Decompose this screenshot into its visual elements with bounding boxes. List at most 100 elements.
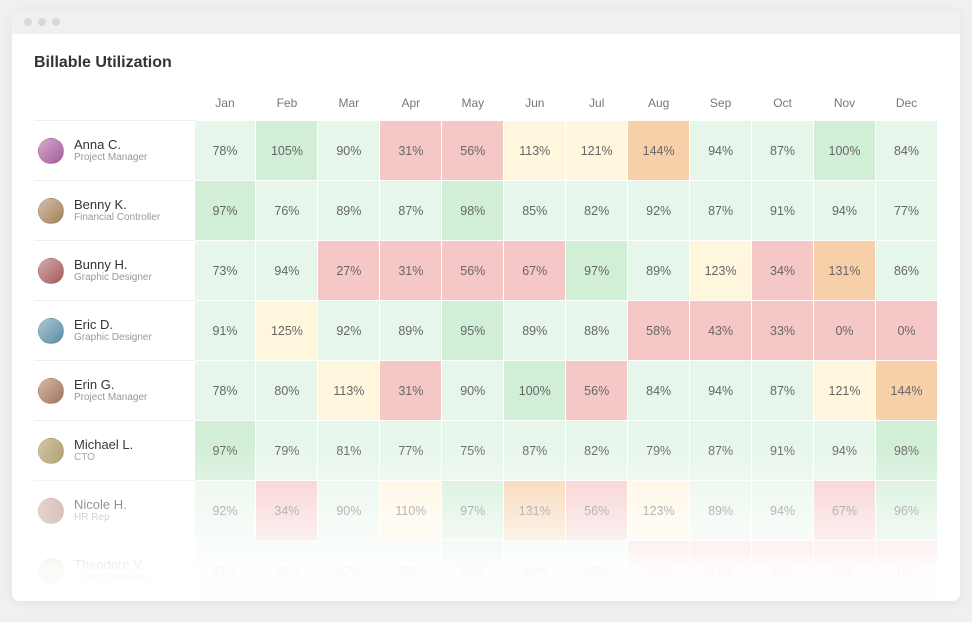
utilization-cell[interactable]: 33% [752, 541, 814, 601]
utilization-cell[interactable]: 78% [194, 361, 256, 421]
utilization-cell[interactable]: 34% [752, 241, 814, 301]
utilization-cell[interactable]: 87% [690, 181, 752, 241]
utilization-cell[interactable]: 89% [628, 241, 690, 301]
utilization-cell[interactable]: 89% [380, 301, 442, 361]
utilization-cell[interactable]: 67% [504, 241, 566, 301]
utilization-cell[interactable]: 121% [566, 121, 628, 181]
person-cell[interactable]: Eric D.Graphic Designer [34, 301, 194, 361]
utilization-cell[interactable]: 79% [256, 421, 318, 481]
utilization-cell[interactable]: 89% [504, 541, 566, 601]
utilization-cell[interactable]: 33% [752, 301, 814, 361]
utilization-cell[interactable]: 91% [194, 301, 256, 361]
utilization-cell[interactable]: 56% [566, 361, 628, 421]
utilization-cell[interactable]: 89% [318, 181, 380, 241]
utilization-cell[interactable]: 84% [875, 121, 937, 181]
utilization-cell[interactable]: 131% [504, 481, 566, 541]
utilization-cell[interactable]: 85% [504, 181, 566, 241]
utilization-cell[interactable]: 87% [380, 181, 442, 241]
utilization-cell[interactable]: 125% [256, 301, 318, 361]
utilization-cell[interactable]: 98% [442, 181, 504, 241]
utilization-cell[interactable]: 76% [256, 541, 318, 601]
utilization-cell[interactable]: 94% [814, 421, 876, 481]
utilization-cell[interactable]: 131% [814, 241, 876, 301]
utilization-cell[interactable]: 77% [875, 181, 937, 241]
utilization-cell[interactable]: 79% [628, 421, 690, 481]
utilization-cell[interactable]: 105% [256, 121, 318, 181]
utilization-cell[interactable]: 144% [628, 121, 690, 181]
utilization-cell[interactable]: 92% [194, 481, 256, 541]
window-min-dot[interactable] [38, 18, 46, 26]
utilization-cell[interactable]: 89% [690, 481, 752, 541]
utilization-cell[interactable]: 77% [380, 421, 442, 481]
utilization-cell[interactable]: 113% [318, 361, 380, 421]
utilization-cell[interactable]: 144% [875, 361, 937, 421]
utilization-cell[interactable]: 67% [814, 481, 876, 541]
utilization-cell[interactable]: 0% [814, 541, 876, 601]
utilization-cell[interactable]: 94% [752, 481, 814, 541]
utilization-cell[interactable]: 87% [504, 421, 566, 481]
utilization-cell[interactable]: 73% [194, 241, 256, 301]
utilization-cell[interactable]: 31% [380, 361, 442, 421]
utilization-cell[interactable]: 100% [814, 121, 876, 181]
utilization-cell[interactable]: 34% [256, 481, 318, 541]
utilization-cell[interactable]: 90% [318, 481, 380, 541]
utilization-cell[interactable]: 89% [380, 541, 442, 601]
utilization-cell[interactable]: 56% [442, 121, 504, 181]
utilization-cell[interactable]: 84% [628, 361, 690, 421]
utilization-cell[interactable]: 91% [752, 181, 814, 241]
utilization-cell[interactable]: 95% [442, 541, 504, 601]
utilization-cell[interactable]: 91% [194, 541, 256, 601]
utilization-cell[interactable]: 89% [504, 301, 566, 361]
utilization-cell[interactable]: 97% [566, 241, 628, 301]
utilization-cell[interactable]: 81% [318, 421, 380, 481]
utilization-cell[interactable]: 76% [256, 181, 318, 241]
person-cell[interactable]: Nicole H.HR Rep [34, 481, 194, 541]
utilization-cell[interactable]: 87% [752, 361, 814, 421]
person-cell[interactable]: Bunny H.Graphic Designer [34, 241, 194, 301]
utilization-cell[interactable]: 92% [628, 181, 690, 241]
utilization-cell[interactable]: 0% [875, 301, 937, 361]
utilization-cell[interactable]: 96% [875, 481, 937, 541]
utilization-cell[interactable]: 123% [628, 481, 690, 541]
person-cell[interactable]: Benny K.Financial Controller [34, 181, 194, 241]
utilization-cell[interactable]: 97% [194, 181, 256, 241]
utilization-cell[interactable]: 43% [690, 301, 752, 361]
utilization-cell[interactable]: 43% [690, 541, 752, 601]
utilization-cell[interactable]: 86% [875, 241, 937, 301]
person-cell[interactable]: Anna C.Project Manager [34, 121, 194, 181]
utilization-cell[interactable]: 94% [256, 241, 318, 301]
utilization-cell[interactable]: 94% [814, 181, 876, 241]
utilization-cell[interactable]: 113% [504, 121, 566, 181]
utilization-cell[interactable]: 92% [318, 301, 380, 361]
window-close-dot[interactable] [24, 18, 32, 26]
utilization-cell[interactable]: 97% [442, 481, 504, 541]
utilization-cell[interactable]: 90% [442, 361, 504, 421]
utilization-cell[interactable]: 121% [814, 361, 876, 421]
utilization-cell[interactable]: 110% [380, 481, 442, 541]
utilization-cell[interactable]: 100% [504, 361, 566, 421]
utilization-cell[interactable]: 97% [194, 421, 256, 481]
utilization-cell[interactable]: 98% [875, 421, 937, 481]
utilization-cell[interactable]: 91% [752, 421, 814, 481]
person-cell[interactable]: Theodore V.Junior Developer [34, 541, 194, 601]
utilization-cell[interactable]: 75% [442, 421, 504, 481]
utilization-cell[interactable]: 95% [442, 301, 504, 361]
utilization-cell[interactable]: 88% [566, 541, 628, 601]
utilization-cell[interactable]: 27% [318, 241, 380, 301]
utilization-cell[interactable]: 0% [875, 541, 937, 601]
utilization-cell[interactable]: 58% [628, 541, 690, 601]
window-max-dot[interactable] [52, 18, 60, 26]
utilization-cell[interactable]: 0% [814, 301, 876, 361]
utilization-cell[interactable]: 78% [194, 121, 256, 181]
utilization-cell[interactable]: 31% [380, 241, 442, 301]
utilization-cell[interactable]: 56% [566, 481, 628, 541]
utilization-cell[interactable]: 87% [690, 421, 752, 481]
utilization-cell[interactable]: 87% [752, 121, 814, 181]
utilization-cell[interactable]: 92% [318, 541, 380, 601]
utilization-cell[interactable]: 58% [628, 301, 690, 361]
utilization-cell[interactable]: 90% [318, 121, 380, 181]
person-cell[interactable]: Michael L.CTO [34, 421, 194, 481]
utilization-cell[interactable]: 82% [566, 181, 628, 241]
utilization-cell[interactable]: 31% [380, 121, 442, 181]
utilization-cell[interactable]: 123% [690, 241, 752, 301]
